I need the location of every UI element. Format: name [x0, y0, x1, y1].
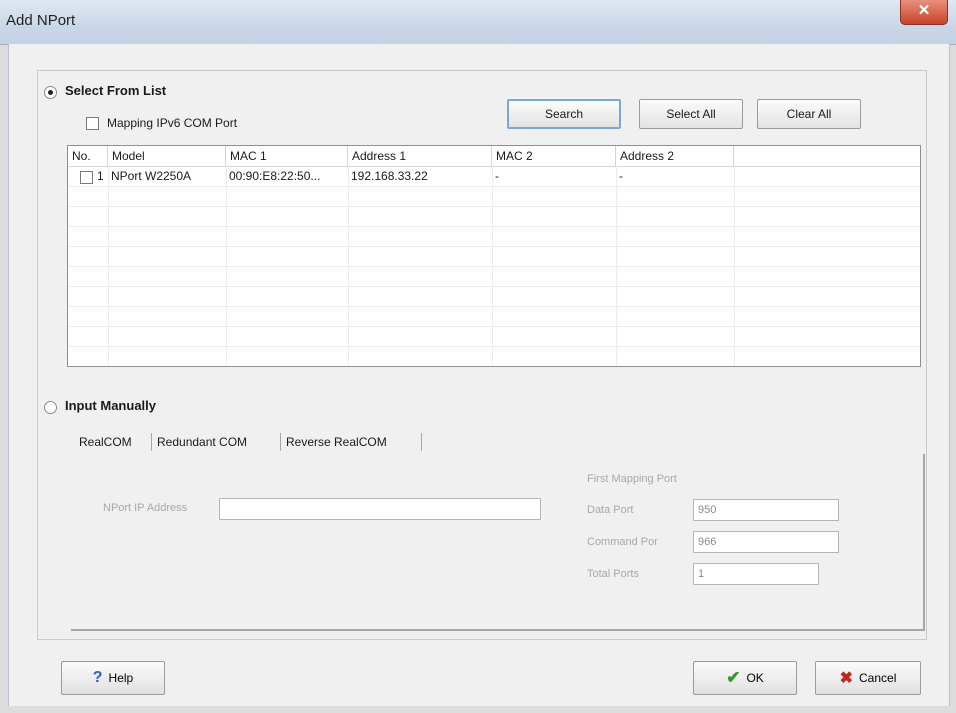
cancel-button[interactable]: ✖ Cancel [815, 661, 921, 695]
row-mac2: - [495, 169, 499, 183]
column-header-address2[interactable]: Address 2 [616, 146, 734, 166]
input-manually-label: Input Manually [65, 398, 156, 413]
total-ports-label: Total Ports [587, 568, 639, 580]
search-button[interactable]: Search [507, 99, 621, 129]
tab-reverse-realcom[interactable]: Reverse RealCOM [282, 430, 420, 454]
row-mac1: 00:90:E8:22:50... [229, 169, 321, 183]
select-all-button[interactable]: Select All [639, 99, 743, 129]
grid-line [68, 186, 920, 187]
help-button[interactable]: ? Help [61, 661, 165, 695]
list-header: No. Model MAC 1 Address 1 MAC 2 Address … [68, 146, 920, 167]
close-button[interactable]: ✕ [900, 0, 948, 25]
first-mapping-port-label: First Mapping Port [587, 473, 677, 485]
grid-line [68, 326, 920, 327]
ok-button[interactable]: ✔ OK [693, 661, 797, 695]
row-address2: - [619, 169, 623, 183]
grid-line [68, 206, 920, 207]
tab-redundant-com[interactable]: Redundant COM [153, 430, 281, 454]
select-from-list-label: Select From List [65, 83, 167, 98]
title-bar: Add NPort ✕ [0, 0, 956, 45]
tab-realcom[interactable]: RealCOM [75, 430, 149, 454]
data-port-field[interactable]: 950 [693, 499, 839, 521]
row-no: 1 [97, 169, 104, 183]
data-port-label: Data Port [587, 504, 634, 516]
nport-ip-label: NPort IP Address [103, 502, 188, 514]
window-title: Add NPort [6, 12, 76, 29]
row-model: NPort W2250A [111, 169, 192, 183]
mapping-ipv6-label: Mapping IPv6 COM Port [107, 116, 238, 130]
tab-divider [151, 433, 152, 451]
close-icon: ✕ [917, 2, 931, 19]
clear-all-button[interactable]: Clear All [757, 99, 861, 129]
grid-line [68, 286, 920, 287]
tab-divider [421, 433, 422, 451]
command-port-label: Command Por [587, 536, 658, 548]
mapping-ipv6-checkbox[interactable] [86, 117, 99, 130]
tab-divider [280, 433, 281, 451]
grid-line [68, 306, 920, 307]
help-icon: ? [92, 669, 103, 686]
column-header-address1[interactable]: Address 1 [348, 146, 492, 166]
row-checkbox[interactable] [80, 171, 93, 184]
x-icon: ✖ [839, 670, 854, 687]
grid-line [68, 346, 920, 347]
command-port-field[interactable]: 966 [693, 531, 839, 553]
column-header-model[interactable]: Model [108, 146, 226, 166]
row-address1: 192.168.33.22 [351, 169, 428, 183]
help-label: Help [108, 671, 134, 685]
ok-label: OK [746, 671, 764, 685]
column-header-mac2[interactable]: MAC 2 [492, 146, 616, 166]
dialog-body: Select From List Mapping IPv6 COM Port S… [8, 44, 950, 706]
column-header-no[interactable]: No. [68, 146, 108, 166]
column-header-mac1[interactable]: MAC 1 [226, 146, 348, 166]
select-from-list-radio[interactable] [44, 86, 57, 99]
nport-ip-field[interactable] [219, 498, 541, 520]
cancel-label: Cancel [859, 671, 897, 685]
checkmark-icon: ✔ [726, 668, 741, 687]
nport-list[interactable]: No. Model MAC 1 Address 1 MAC 2 Address … [67, 145, 921, 367]
total-ports-field[interactable]: 1 [693, 563, 819, 585]
grid-line [68, 246, 920, 247]
input-manually-radio[interactable] [44, 401, 57, 414]
grid-line [68, 266, 920, 267]
grid-line [68, 226, 920, 227]
